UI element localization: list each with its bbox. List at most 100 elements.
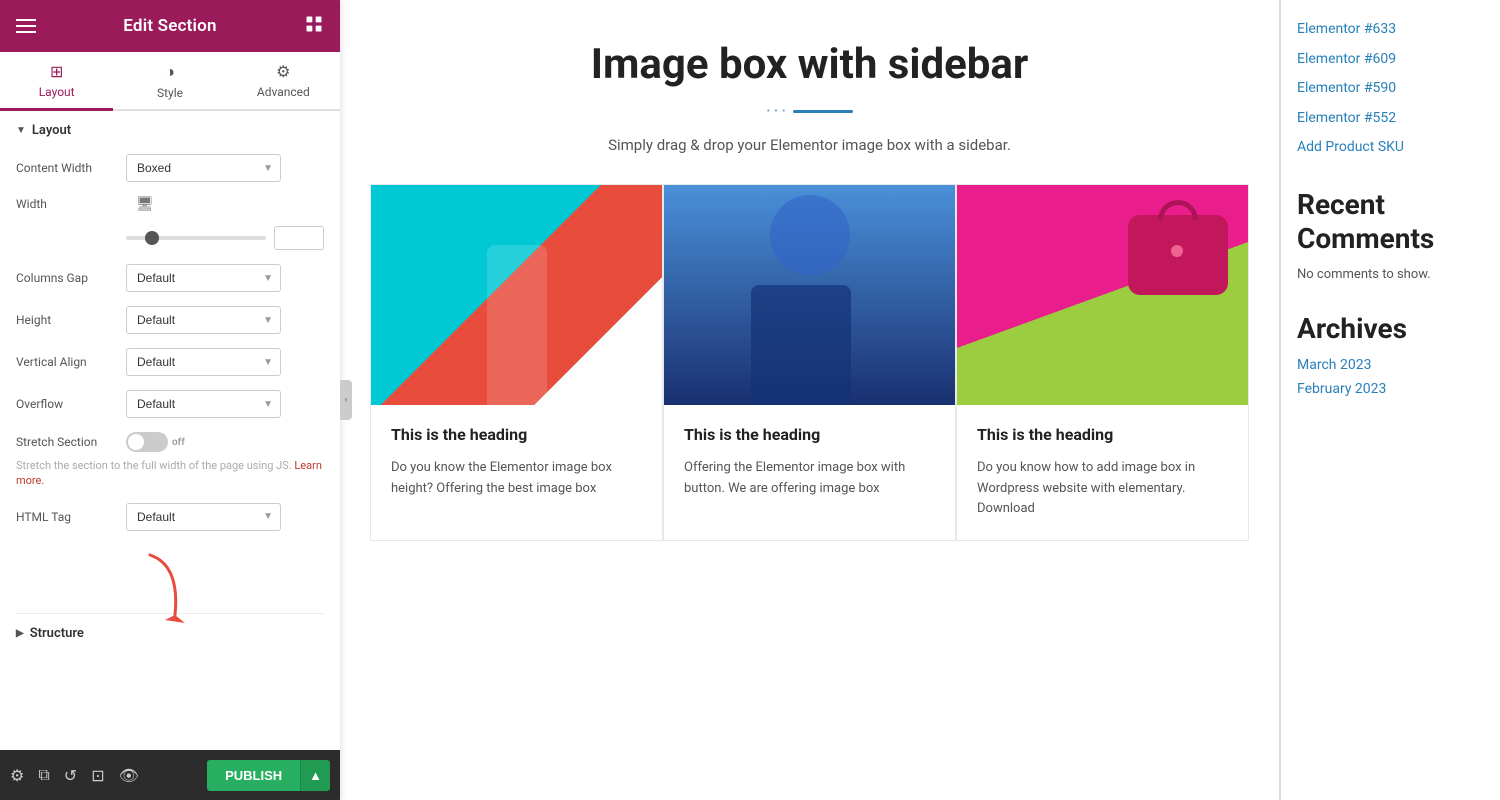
width-label: Width xyxy=(16,197,126,211)
left-panel: Edit Section ⊞ Layout ◑ Style ⚙ Advanced xyxy=(0,0,340,800)
annotation-area xyxy=(16,545,324,605)
height-select-wrapper: Default ▼ xyxy=(126,306,281,334)
layout-arrow-icon: ▼ xyxy=(16,125,26,136)
fashion-image-1 xyxy=(371,185,662,405)
tab-advanced-label: Advanced xyxy=(257,85,310,99)
content-width-control: Boxed Full Width ▼ xyxy=(126,154,324,182)
blue-line-decoration xyxy=(793,110,853,113)
columns-gap-control: Default ▼ xyxy=(126,264,324,292)
box-heading-1: This is the heading xyxy=(391,425,642,446)
html-tag-row: HTML Tag Default ▼ xyxy=(16,503,324,531)
image-boxes-container: This is the heading Do you know the Elem… xyxy=(370,184,1249,541)
overflow-select[interactable]: Default xyxy=(126,390,281,418)
monitor-icon: 🖥 xyxy=(136,196,154,212)
content-width-row: Content Width Boxed Full Width ▼ xyxy=(16,154,324,182)
vertical-align-control: Default ▼ xyxy=(126,348,324,376)
sidebar-link-590[interactable]: Elementor #590 xyxy=(1297,79,1484,99)
sidebar-links: Elementor #633 Elementor #609 Elementor … xyxy=(1297,20,1484,158)
sidebar-link-552[interactable]: Elementor #552 xyxy=(1297,109,1484,129)
panel-tabs: ⊞ Layout ◑ Style ⚙ Advanced xyxy=(0,52,340,111)
image-box-img-1 xyxy=(371,185,662,405)
settings-icon[interactable]: ⚙ xyxy=(10,766,24,785)
style-tab-icon: ◑ xyxy=(165,62,175,82)
sidebar-link-633[interactable]: Elementor #633 xyxy=(1297,20,1484,40)
dots-decoration: ··· xyxy=(766,101,789,122)
width-slider-row xyxy=(16,226,324,250)
layout-section-title: ▼ Layout xyxy=(16,123,324,138)
grid-apps-icon[interactable] xyxy=(304,14,324,38)
main-content: Image box with sidebar ··· Simply drag &… xyxy=(340,0,1280,800)
overflow-label: Overflow xyxy=(16,397,126,411)
eye-icon[interactable]: 👁 xyxy=(119,766,139,785)
content-width-select[interactable]: Boxed Full Width xyxy=(126,154,281,182)
sidebar-link-sku[interactable]: Add Product SKU xyxy=(1297,138,1484,158)
columns-gap-select-wrapper: Default ▼ xyxy=(126,264,281,292)
overflow-control: Default ▼ xyxy=(126,390,324,418)
publish-group: PUBLISH ▲ xyxy=(207,760,330,791)
width-number-input[interactable] xyxy=(274,226,324,250)
stretch-toggle[interactable] xyxy=(126,432,168,452)
html-tag-select-wrapper: Default ▼ xyxy=(126,503,281,531)
archive-february-2023[interactable]: February 2023 xyxy=(1297,381,1484,397)
image-box-content-2: This is the heading Offering the Element… xyxy=(664,405,955,519)
recent-comments-title: Recent Comments xyxy=(1297,188,1484,255)
image-box-img-3 xyxy=(957,185,1248,405)
stretch-section-label: Stretch Section xyxy=(16,435,126,449)
no-comments-text: No comments to show. xyxy=(1297,267,1484,282)
tab-style-label: Style xyxy=(157,86,183,100)
figure-head-2 xyxy=(770,195,850,275)
layers-icon[interactable]: ⧉ xyxy=(38,765,49,785)
image-box-content-3: This is the heading Do you know how to a… xyxy=(957,405,1248,540)
overflow-row: Overflow Default ▼ xyxy=(16,390,324,418)
panel-title: Edit Section xyxy=(123,16,216,36)
structure-arrow-icon: ▶ xyxy=(16,628,24,639)
archives-title: Archives xyxy=(1297,312,1484,345)
toggle-off-label: off xyxy=(172,437,185,448)
figure-body-2 xyxy=(751,285,851,405)
box-text-1: Do you know the Elementor image box heig… xyxy=(391,458,642,500)
fashion-image-2 xyxy=(664,185,955,405)
collapse-handle[interactable]: ‹ xyxy=(340,380,352,420)
handbag-clasp xyxy=(1171,245,1183,257)
handbag-handle xyxy=(1158,200,1198,220)
history-icon[interactable]: ↺ xyxy=(64,766,77,785)
right-sidebar: Elementor #633 Elementor #609 Elementor … xyxy=(1280,0,1500,800)
tab-style[interactable]: ◑ Style xyxy=(113,52,226,111)
sidebar-link-609[interactable]: Elementor #609 xyxy=(1297,50,1484,70)
vertical-align-row: Vertical Align Default ▼ xyxy=(16,348,324,376)
vertical-align-select[interactable]: Default xyxy=(126,348,281,376)
width-slider[interactable] xyxy=(126,236,266,240)
collapse-chevron-icon: ‹ xyxy=(345,395,348,405)
tab-layout[interactable]: ⊞ Layout xyxy=(0,52,113,111)
image-box-content-1: This is the heading Do you know the Elem… xyxy=(371,405,662,519)
tab-advanced[interactable]: ⚙ Advanced xyxy=(227,52,340,111)
responsive-icon[interactable]: ⊡ xyxy=(91,766,104,785)
page-main-title: Image box with sidebar xyxy=(370,40,1249,89)
vertical-align-label: Vertical Align xyxy=(16,355,126,369)
columns-gap-select[interactable]: Default xyxy=(126,264,281,292)
page-title-area: Image box with sidebar ··· Simply drag &… xyxy=(370,40,1249,154)
box-text-3: Do you know how to add image box in Word… xyxy=(977,458,1228,520)
red-arrow-annotation xyxy=(120,545,220,635)
content-width-select-wrapper: Boxed Full Width ▼ xyxy=(126,154,281,182)
advanced-tab-icon: ⚙ xyxy=(276,62,290,81)
toggle-knob xyxy=(128,434,144,450)
overflow-select-wrapper: Default ▼ xyxy=(126,390,281,418)
box-heading-2: This is the heading xyxy=(684,425,935,446)
html-tag-select[interactable]: Default xyxy=(126,503,281,531)
publish-button[interactable]: PUBLISH xyxy=(207,760,300,791)
toolbar-icons: ⚙ ⧉ ↺ ⊡ 👁 xyxy=(10,765,139,785)
title-divider: ··· xyxy=(370,101,1249,122)
publish-dropdown-button[interactable]: ▲ xyxy=(300,760,330,791)
content-width-label: Content Width xyxy=(16,161,126,175)
archive-march-2023[interactable]: March 2023 xyxy=(1297,357,1484,373)
height-select[interactable]: Default xyxy=(126,306,281,334)
stretch-toggle-wrapper: off xyxy=(126,432,185,452)
hamburger-menu-icon[interactable] xyxy=(16,19,36,33)
figure-body-1 xyxy=(487,245,547,405)
height-label: Height xyxy=(16,313,126,327)
box-heading-3: This is the heading xyxy=(977,425,1228,446)
image-box-2: This is the heading Offering the Element… xyxy=(663,184,956,541)
html-tag-control: Default ▼ xyxy=(126,503,324,531)
columns-gap-row: Columns Gap Default ▼ xyxy=(16,264,324,292)
